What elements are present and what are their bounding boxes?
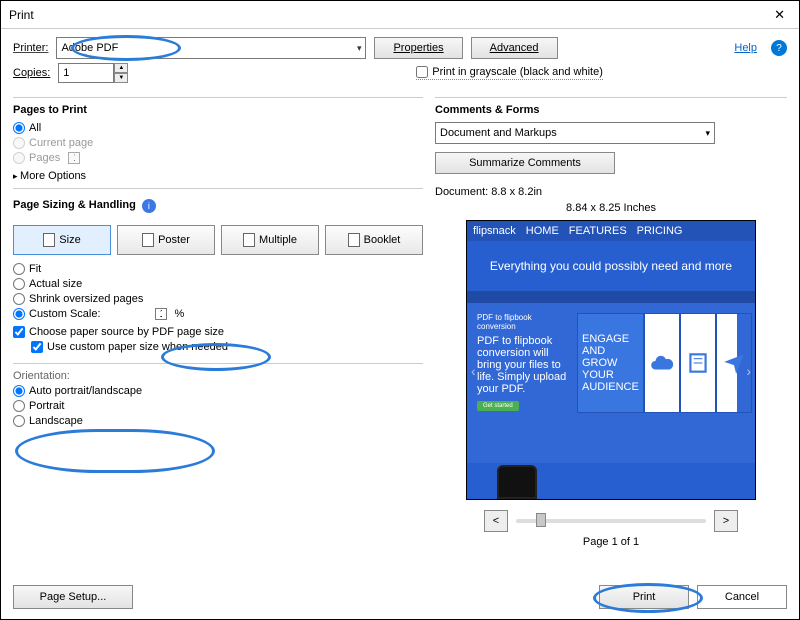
orientation-auto-radio[interactable] (13, 385, 25, 397)
orientation-portrait-label: Portrait (29, 400, 64, 412)
properties-button[interactable]: Properties (374, 37, 462, 59)
copies-input[interactable] (58, 63, 114, 83)
chevron-down-icon: ▾ (705, 128, 710, 139)
tab-poster[interactable]: Poster (117, 225, 215, 255)
sizing-title: Page Sizing & Handling (13, 199, 136, 211)
summarize-comments-button[interactable]: Summarize Comments (435, 152, 615, 174)
copies-down-icon[interactable]: ▼ (114, 73, 128, 83)
copies-spinner[interactable]: ▲ ▼ (58, 63, 128, 83)
printer-value: Adobe PDF (61, 42, 118, 54)
choose-paper-checkbox[interactable] (13, 326, 25, 338)
copies-label: Copies: (13, 67, 50, 79)
tab-multiple[interactable]: Multiple (221, 225, 319, 255)
comments-select[interactable]: Document and Markups ▾ (435, 122, 715, 144)
pages-range-input (68, 152, 80, 164)
shrink-label: Shrink oversized pages (29, 293, 143, 305)
choose-paper-label: Choose paper source by PDF page size (29, 326, 224, 338)
pages-all-radio[interactable] (13, 122, 25, 134)
custom-scale-radio[interactable] (13, 308, 25, 320)
fit-radio[interactable] (13, 263, 25, 275)
more-options-toggle[interactable]: More Options (13, 170, 423, 182)
pages-to-print-title: Pages to Print (13, 104, 423, 116)
comments-title: Comments & Forms (435, 104, 787, 116)
pages-all-label: All (29, 122, 41, 134)
fit-label: Fit (29, 263, 41, 275)
percent-label: % (175, 308, 185, 320)
poster-icon (142, 233, 154, 247)
custom-scale-label: Custom Scale: (29, 308, 101, 320)
actual-radio[interactable] (13, 278, 25, 290)
pages-current-label: Current page (29, 137, 93, 149)
orientation-auto-label: Auto portrait/landscape (29, 385, 142, 397)
use-custom-label: Use custom paper size when needed (47, 341, 228, 353)
printer-select[interactable]: Adobe PDF ▾ (56, 37, 366, 59)
actual-label: Actual size (29, 278, 82, 290)
info-icon[interactable]: i (142, 199, 156, 213)
orientation-portrait-radio[interactable] (13, 400, 25, 412)
use-custom-checkbox[interactable] (31, 341, 43, 353)
multiple-icon (243, 233, 255, 247)
pages-range-label: Pages (29, 152, 60, 164)
shrink-radio[interactable] (13, 293, 25, 305)
advanced-button[interactable]: Advanced (471, 37, 558, 59)
grayscale-checkbox[interactable] (416, 66, 428, 78)
orientation-title: Orientation: (13, 370, 423, 382)
orientation-landscape-label: Landscape (29, 415, 83, 427)
custom-scale-input[interactable] (155, 308, 167, 320)
page-count: Page 1 of 1 (435, 536, 787, 548)
tab-booklet[interactable]: Booklet (325, 225, 423, 255)
grayscale-label: Print in grayscale (black and white) (432, 66, 603, 78)
print-button[interactable]: Print (599, 585, 689, 609)
help-link[interactable]: Help (734, 42, 757, 54)
document-size: Document: 8.8 x 8.2in (435, 186, 787, 198)
tab-size[interactable]: Size (13, 225, 111, 255)
preview-next-button[interactable]: > (714, 510, 738, 532)
cancel-button[interactable]: Cancel (697, 585, 787, 609)
close-icon[interactable]: ✕ (768, 5, 791, 25)
orientation-landscape-radio[interactable] (13, 415, 25, 427)
window-title: Print (9, 8, 34, 22)
help-icon[interactable]: ? (771, 40, 787, 56)
pages-current-radio (13, 137, 25, 149)
comments-value: Document and Markups (440, 127, 557, 139)
chevron-down-icon: ▾ (357, 43, 362, 54)
copies-up-icon[interactable]: ▲ (114, 63, 128, 73)
zoom-slider[interactable] (516, 519, 706, 523)
size-icon (43, 233, 55, 247)
preview-prev-button[interactable]: < (484, 510, 508, 532)
booklet-icon (348, 233, 360, 247)
printer-label: Printer: (13, 42, 48, 54)
page-setup-button[interactable]: Page Setup... (13, 585, 133, 609)
sheet-size: 8.84 x 8.25 Inches (435, 202, 787, 214)
print-preview: flipsnackHOMEFEATURESPRICING Everything … (466, 220, 756, 500)
pages-range-radio (13, 152, 25, 164)
